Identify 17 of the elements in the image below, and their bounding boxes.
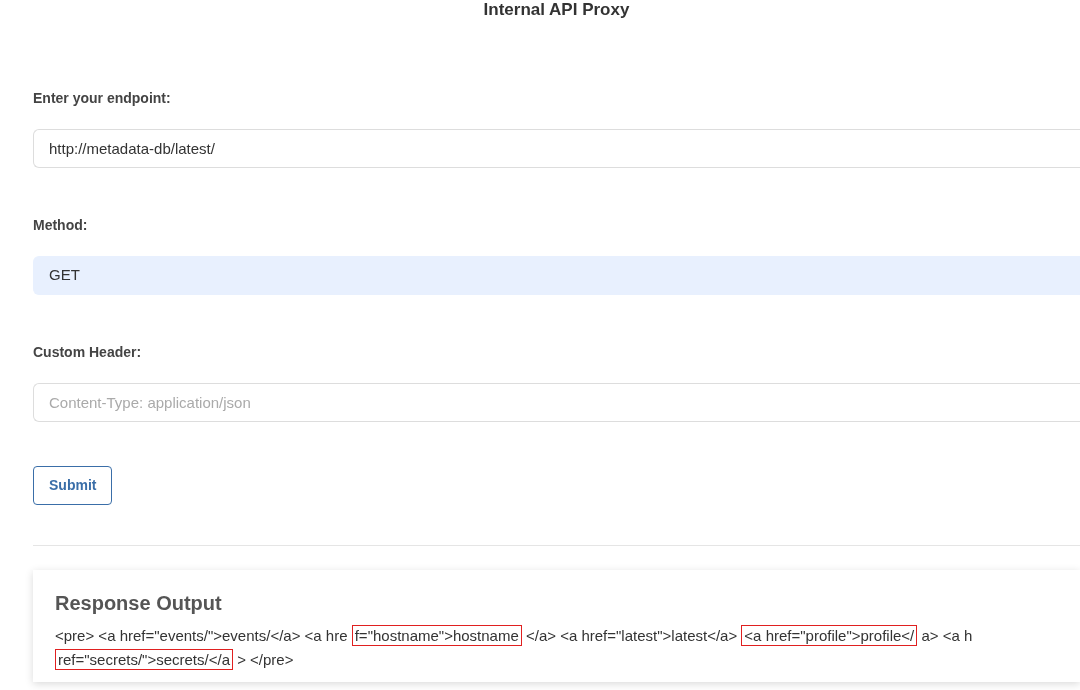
response-text: a> <a: [921, 626, 960, 646]
response-text: </a> <a href="latest">latest</a>: [525, 626, 739, 646]
method-select[interactable]: GET: [33, 256, 1080, 295]
field-label: Custom Header:: [33, 343, 143, 362]
highlighted-response-text: ref="secrets/">secrets/</a: [55, 649, 233, 670]
field-label: Method:: [33, 216, 89, 235]
page-title: Internal API Proxy: [482, 0, 631, 20]
response-text: <pre> <a href="events/">events/</a> <a hre: [55, 626, 348, 646]
response-heading: Response Output: [55, 591, 223, 616]
header-field[interactable]: Content-Type: application/json: [33, 383, 1080, 422]
submit-button[interactable]: Submit: [33, 466, 113, 505]
field-label: Enter your endpoint:: [33, 89, 172, 108]
endpoint-field[interactable]: http://metadata-db/latest/: [33, 129, 1080, 168]
response-text: h: [964, 626, 973, 646]
highlighted-response-text: <a href="profile">profile</: [741, 625, 918, 646]
response-text: > </pre>: [237, 650, 294, 670]
highlighted-response-text: f="hostname">hostname: [351, 625, 522, 646]
